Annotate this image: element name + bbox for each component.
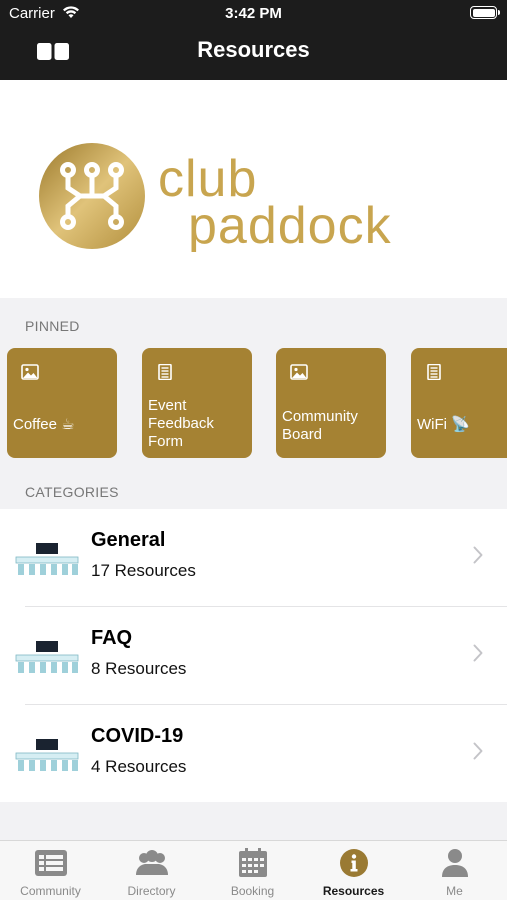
tab-label: Resources [322, 884, 385, 898]
category-name: FAQ [91, 627, 133, 649]
conference-room-icon [15, 543, 79, 575]
tab-directory[interactable]: Directory [101, 841, 202, 900]
conference-room-icon [15, 739, 79, 771]
category-row-faq[interactable]: FAQ 8 Resources [0, 607, 507, 704]
battery-icon [470, 6, 500, 19]
person-icon [442, 849, 468, 877]
info-icon [340, 849, 368, 877]
page-title: Resources [197, 37, 310, 62]
category-row-general[interactable]: General 17 Resources [0, 509, 507, 606]
categories-section-header: CATEGORIES [25, 484, 119, 500]
newsfeed-icon [35, 850, 67, 876]
pinned-tile-event-feedback-form[interactable]: Event Feedback Form [142, 348, 252, 458]
people-icon [136, 850, 168, 875]
pinned-tile-label: Coffee ☕ [13, 416, 75, 433]
category-row-covid-19[interactable]: COVID-19 4 Resources [0, 705, 507, 802]
logo-header: club paddock [0, 80, 507, 298]
svg-text:paddock: paddock [188, 197, 392, 252]
document-icon [158, 364, 172, 380]
chevron-right-icon [473, 644, 483, 662]
pinned-tile-community-board[interactable]: Community Board [276, 348, 386, 458]
club-paddock-logo: club paddock [39, 143, 392, 252]
tab-label: Community [20, 884, 81, 898]
tab-resources[interactable]: Resources [303, 841, 404, 900]
tab-community[interactable]: Community [0, 841, 101, 900]
category-name: General [91, 529, 166, 551]
pinned-section-header: PINNED [25, 318, 80, 334]
status-time: 3:42 PM [225, 5, 282, 22]
chevron-right-icon [473, 546, 483, 564]
calendar-icon [239, 848, 267, 877]
pinned-tile-label: Community Board [282, 408, 358, 443]
document-icon [427, 364, 441, 380]
pinned-tile-coffee[interactable]: Coffee ☕ [7, 348, 117, 458]
category-count: 4 Resources [91, 757, 187, 776]
categories-list: General 17 Resources FAQ 8 Resources COV… [0, 509, 507, 802]
tab-bar: Community Directory Booking Resources Me [0, 840, 507, 900]
category-count: 8 Resources [91, 659, 187, 678]
status-bar: Carrier 3:42 PM [0, 0, 507, 28]
pinned-tile-label: WiFi 📡 [417, 416, 470, 433]
category-name: COVID-19 [91, 725, 184, 747]
tab-me[interactable]: Me [404, 841, 505, 900]
tab-label: Directory [127, 884, 176, 898]
pinned-tile-label: Event Feedback Form [148, 397, 214, 450]
tab-label: Me [446, 884, 463, 898]
image-icon [290, 364, 308, 380]
image-icon [21, 364, 39, 380]
tab-booking[interactable]: Booking [202, 841, 303, 900]
pinned-tile-wifi[interactable]: WiFi 📡 [411, 348, 507, 458]
navigation-bar: Carrier 3:42 PM Resources [0, 0, 507, 80]
category-count: 17 Resources [91, 561, 196, 580]
chevron-right-icon [473, 742, 483, 760]
tab-label: Booking [230, 884, 275, 898]
conference-room-icon [15, 641, 79, 673]
pinned-carousel[interactable]: Coffee ☕ Event Feedback Form Community B… [0, 348, 507, 460]
